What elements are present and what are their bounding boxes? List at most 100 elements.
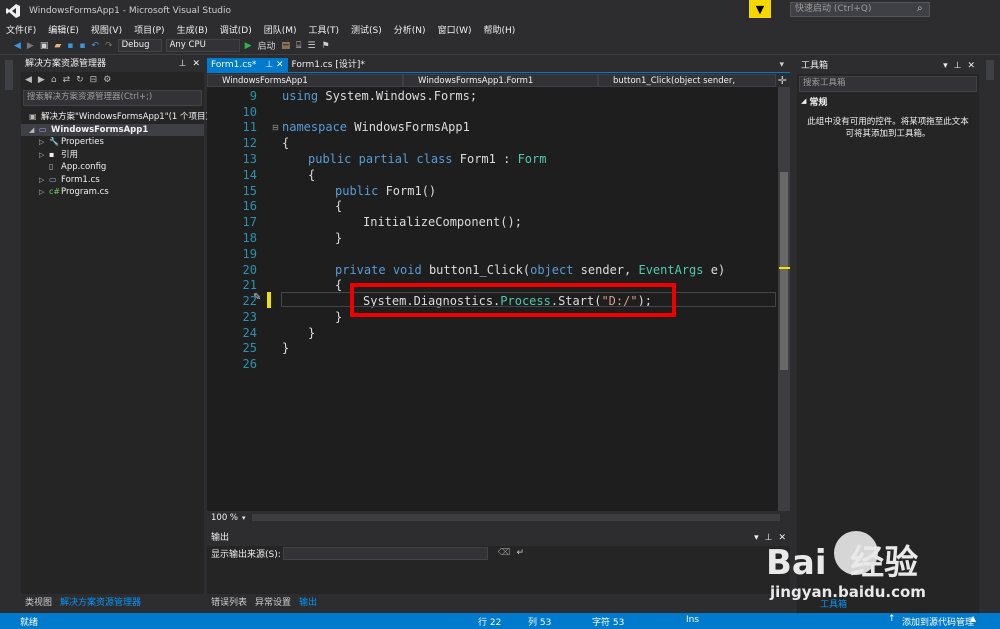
tab-solution-explorer[interactable]: 解决方案资源管理器 <box>56 595 145 611</box>
left-bottom-tabs: 类视图 解决方案资源管理器 <box>21 594 204 612</box>
redo-icon[interactable]: ↷ <box>105 41 113 51</box>
output-source-select[interactable] <box>282 546 488 560</box>
new-project-icon[interactable]: ▣ <box>40 41 49 51</box>
forward-icon[interactable]: ▶ <box>38 75 45 85</box>
class-nav-select[interactable]: WindowsFormsApp1.Form1 <box>403 74 598 87</box>
project-nav-select[interactable]: WindowsFormsApp1 <box>207 74 403 87</box>
output-clear-icon[interactable]: ⌫ <box>498 548 511 558</box>
menu-analyze[interactable]: 分析(N) <box>388 23 432 36</box>
scroll-caret-marker <box>779 267 790 269</box>
forward-icon[interactable]: ▶ <box>27 41 34 51</box>
tree-item-form1[interactable]: ▷ ▭ Form1.cs <box>21 174 204 187</box>
save-icon[interactable]: ▪ <box>67 41 73 51</box>
tab-form1-cs[interactable]: Form1.cs* ⊥ ✕ <box>207 58 288 72</box>
zoom-level-select[interactable]: 100 % <box>207 513 242 523</box>
tree-item-solution[interactable]: ▣ 解决方案"WindowsFormsApp1"(1 个项目) <box>21 111 209 124</box>
menu-project[interactable]: 项目(P) <box>128 23 170 36</box>
toolbar-align-icon[interactable]: ☰ <box>307 41 315 51</box>
tab-output[interactable]: 输出 <box>295 595 321 611</box>
tree-item-project[interactable]: ◢ ▭ WindowsFormsApp1 <box>21 123 204 137</box>
feedback-filter-icon[interactable]: ▼ <box>749 0 771 18</box>
status-triangle-icon[interactable]: ▲ <box>970 614 976 623</box>
wrench-icon: 🔧 <box>49 137 59 146</box>
menu-team[interactable]: 团队(M) <box>258 23 303 36</box>
toolbox-close-icon[interactable]: ✕ <box>967 58 975 74</box>
toolbar-bookmark-icon[interactable]: ⚑ <box>322 41 330 51</box>
undo-icon[interactable]: ↶ <box>92 41 100 51</box>
tab-error-list[interactable]: 错误列表 <box>207 595 251 611</box>
toolbox-dropdown-icon[interactable]: ▾ <box>943 58 948 74</box>
collapsed-arrow-icon[interactable]: ▷ <box>39 174 49 187</box>
status-column: 列 53 <box>528 618 552 628</box>
split-editor-icon[interactable]: ✛ <box>778 74 787 87</box>
tree-item-app-config[interactable]: ▯ App.config <box>21 161 204 174</box>
output-bottom-tabs: 错误列表 异常设置 输出 <box>207 594 790 612</box>
collapse-namespace-icon[interactable]: ⊟ <box>272 123 279 132</box>
refresh-icon[interactable]: ↻ <box>76 75 84 85</box>
editor-scroll-thumb[interactable] <box>780 172 788 370</box>
navigation-bar: WindowsFormsApp1 WindowsFormsApp1.Form1 … <box>207 72 790 98</box>
save-all-icon[interactable]: ▪ <box>79 41 85 51</box>
solution-explorer-header: 解决方案资源管理器 ⊥ ✕ <box>21 56 204 72</box>
collapsed-arrow-icon[interactable]: ▷ <box>39 149 49 162</box>
quick-action-pencil-icon[interactable]: ✎ <box>253 292 261 303</box>
toolbar-extra-icon[interactable]: ▤ <box>282 41 291 51</box>
member-nav-select[interactable]: button1_Click(object sender, EventArgs e… <box>598 74 776 98</box>
references-icon: ▪ <box>49 149 55 159</box>
start-button[interactable]: 启动 <box>258 39 276 52</box>
tab-overflow-icon[interactable]: ▾ <box>779 60 784 70</box>
platform-select[interactable]: Any CPU <box>165 39 240 52</box>
tab-close-icon[interactable]: ✕ <box>276 60 284 70</box>
toolbar-format-icon[interactable]: ⌸ <box>296 41 301 51</box>
quick-launch-search-icon[interactable]: ⌕ <box>917 3 923 14</box>
document-tabs: Form1.cs* ⊥ ✕ Form1.cs [设计]* ▾ <box>207 58 790 72</box>
properties-tab-icon[interactable] <box>986 60 994 80</box>
menu-file[interactable]: 文件(F) <box>0 23 42 36</box>
tab-form1-designer[interactable]: Form1.cs [设计]* <box>288 58 369 72</box>
solution-search-input[interactable]: 搜索解决方案资源管理器(Ctrl+;) <box>23 90 202 106</box>
csharp-file-icon: c# <box>49 187 61 196</box>
tab-exception-settings[interactable]: 异常设置 <box>251 595 295 611</box>
add-to-source-control-button[interactable]: 添加到源代码管理 <box>902 615 974 628</box>
panel-close-icon[interactable]: ✕ <box>192 56 200 72</box>
home-icon[interactable]: ⌂ <box>51 75 57 85</box>
tree-item-references[interactable]: ▷ ▪ 引用 <box>21 149 204 162</box>
collapsed-arrow-icon[interactable]: ▷ <box>39 136 49 149</box>
menu-debug[interactable]: 调试(D) <box>214 23 258 36</box>
tree-item-properties[interactable]: ▷ 🔧 Properties <box>21 136 204 149</box>
horizontal-scrollbar[interactable] <box>251 514 780 521</box>
group-expand-arrow-icon: ◢ <box>801 97 807 105</box>
open-file-icon[interactable]: ▰ <box>54 41 61 51</box>
collapsed-arrow-icon[interactable]: ▷ <box>39 186 49 199</box>
panel-pin-icon[interactable]: ⊥ <box>179 56 187 72</box>
menu-tools[interactable]: 工具(T) <box>303 23 346 36</box>
menu-edit[interactable]: 编辑(E) <box>42 23 85 36</box>
collapse-icon[interactable]: ⊟ <box>90 75 98 85</box>
output-dropdown-icon[interactable]: ▾ <box>754 530 759 546</box>
start-play-icon[interactable]: ▶ <box>245 41 252 51</box>
menu-test[interactable]: 测试(S) <box>345 23 388 36</box>
menu-build[interactable]: 生成(B) <box>171 23 214 36</box>
menu-view[interactable]: 视图(V) <box>85 23 128 36</box>
configuration-select[interactable]: Debug <box>117 39 162 52</box>
zoom-dropdown-icon[interactable]: ▾ <box>242 514 246 522</box>
menu-window[interactable]: 窗口(W) <box>432 23 478 36</box>
tree-item-program[interactable]: ▷ c#Program.cs <box>21 186 204 199</box>
tab-pin-icon[interactable]: ⊥ <box>265 60 273 70</box>
settings-icon[interactable]: ⚙ <box>103 75 111 85</box>
server-explorer-tab-icon[interactable] <box>5 60 13 90</box>
expand-arrow-icon[interactable]: ◢ <box>29 124 39 137</box>
output-wrap-icon[interactable]: ↵ <box>517 548 525 558</box>
back-icon[interactable]: ◀ <box>25 75 32 85</box>
quick-launch-input[interactable]: 快速启动 (Ctrl+Q) <box>790 2 930 17</box>
source-control-arrow-icon[interactable]: ↑ <box>888 614 896 624</box>
back-icon[interactable]: ◀ <box>14 41 21 51</box>
toolbox-pin-icon[interactable]: ⊥ <box>954 58 962 74</box>
toolbox-search-input[interactable]: 搜索工具箱 <box>799 76 977 92</box>
tab-class-view[interactable]: 类视图 <box>21 595 56 611</box>
menu-help[interactable]: 帮助(H) <box>477 23 521 36</box>
csharp-project-icon: ▭ <box>39 124 47 134</box>
sync-icon[interactable]: ⇄ <box>63 75 71 85</box>
toolbox-group-general[interactable]: ◢ 常规 <box>797 94 979 108</box>
annotation-red-box <box>350 283 676 317</box>
